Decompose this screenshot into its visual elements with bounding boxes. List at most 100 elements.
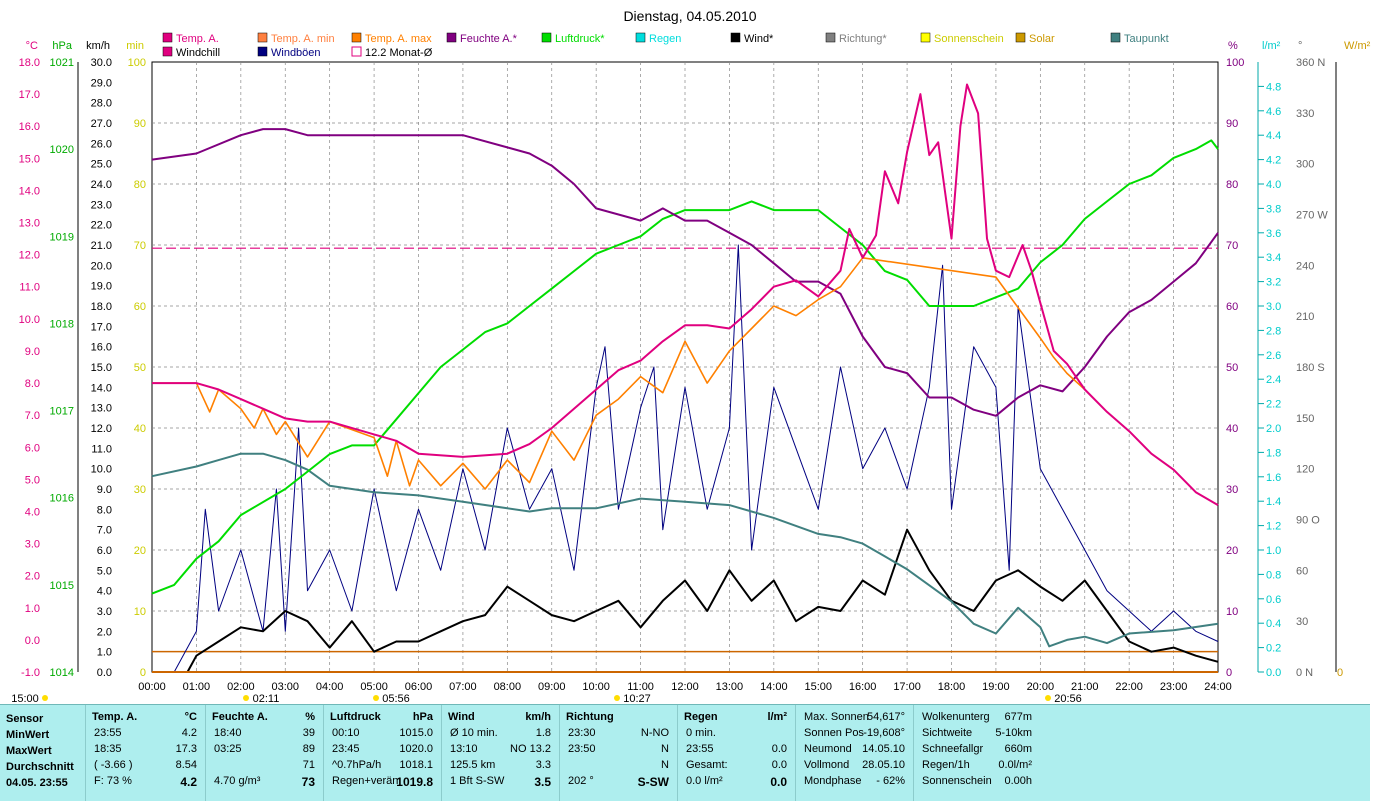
sun-time-label: 05:56 <box>382 693 410 704</box>
right-axis-tick: 300 <box>1296 159 1314 171</box>
direction-column: Richtung 23:30 N-NO 23:50 N N 202 ° S-SW <box>560 705 678 801</box>
chart-title: Dienstag, 04.05.2010 <box>623 8 756 24</box>
left-axis-tick: 6.0 <box>25 442 40 454</box>
x-tick-label: 11:00 <box>627 681 654 693</box>
x-tick-label: 23:00 <box>1160 681 1188 693</box>
wolken-row-label: Wolkenunterg <box>922 711 990 723</box>
sun-marker-icon <box>373 695 379 701</box>
wolken-row-label: Schneefallgr <box>922 743 984 755</box>
left-axis-tick: 2.0 <box>97 626 112 638</box>
legend-swatch <box>730 32 741 43</box>
right-axis-tick: 330 <box>1296 108 1314 120</box>
sonne-row-value: 14.05.10 <box>862 743 905 755</box>
feuchte-row-value: 89 <box>302 743 315 755</box>
temp-row-label: 23:55 <box>94 727 122 739</box>
right-axis-tick: 3.8 <box>1266 203 1281 215</box>
left-axis-tick: 100 <box>128 57 146 69</box>
left-axis-unit: °C <box>26 40 38 52</box>
legend-swatch <box>1015 32 1026 43</box>
left-axis-tick: 8.0 <box>25 378 40 390</box>
richtung-row-label: 23:50 <box>568 743 596 755</box>
left-axis-tick: 4.0 <box>97 586 112 598</box>
feuchte-header: Feuchte A. <box>212 711 268 723</box>
right-axis-tick: 80 <box>1226 179 1238 191</box>
sun-column: Max. Sonnen 54,617° Sonnen Pos -19,608° Neum… <box>796 705 914 801</box>
right-axis-tick: 4.8 <box>1266 81 1281 93</box>
legend-swatch <box>635 32 646 43</box>
left-axis-tick: 20 <box>134 545 146 557</box>
regen-row-value: 0.0 <box>771 743 787 755</box>
temp-row-label: F: 73 % <box>94 775 132 787</box>
right-axis-tick: 1.6 <box>1266 472 1281 484</box>
wind-row-value: 3.5 <box>534 775 551 789</box>
x-tick-label: 04:00 <box>316 681 344 693</box>
richtung-row-value: N-NO <box>640 727 669 739</box>
legend-label: Windböen <box>271 47 321 59</box>
left-axis-tick: 24.0 <box>91 179 112 191</box>
legend-label: Wind* <box>744 33 774 45</box>
right-axis-tick: 40 <box>1226 423 1238 435</box>
cloud-column: Wolkenunterg 677m Sichtweite 5-10km Schneefa… <box>914 705 1040 801</box>
right-axis-tick: 10 <box>1226 606 1238 618</box>
right-axis-tick: 30 <box>1226 484 1238 496</box>
wolken-row-label: Sichtweite <box>922 727 973 739</box>
left-axis-tick: 23.0 <box>91 199 112 211</box>
left-axis-tick: 20.0 <box>91 260 112 272</box>
right-axis-tick: 1.8 <box>1266 447 1281 459</box>
x-tick-label: 15:00 <box>804 681 832 693</box>
right-axis-tick: 3.2 <box>1266 277 1281 289</box>
left-axis-tick: 1017 <box>50 406 74 418</box>
x-tick-label: 13:00 <box>716 681 744 693</box>
right-axis-tick: 3.6 <box>1266 228 1281 240</box>
x-tick-label: 17:00 <box>893 681 921 693</box>
left-axis-tick: 90 <box>134 118 146 130</box>
regen-row-label: 0.0 l/m² <box>686 775 723 787</box>
legend-swatch <box>257 46 268 57</box>
right-axis-tick: 270 W <box>1296 210 1328 222</box>
temp-row-value: 4.2 <box>180 775 197 789</box>
left-axis-tick: 17.0 <box>19 89 40 101</box>
right-axis-tick: 0 <box>1226 667 1232 679</box>
sonne-row-value: - 62% <box>876 775 905 787</box>
left-axis-tick: 13.0 <box>91 403 112 415</box>
regen-row-label: 23:55 <box>686 743 714 755</box>
wolken-row-value: 0.00h <box>1004 775 1032 787</box>
right-axis-tick: 2.6 <box>1266 350 1281 362</box>
richtung-header: Richtung <box>566 711 614 723</box>
left-axis-tick: 1020 <box>50 144 74 156</box>
left-axis-tick: 40 <box>134 423 146 435</box>
legend-swatch <box>1110 32 1121 43</box>
sun-time-label: 10:27 <box>623 693 651 704</box>
feuchte-row-value: 73 <box>301 775 315 789</box>
x-tick-label: 08:00 <box>494 681 522 693</box>
right-axis-tick: 30 <box>1296 616 1308 628</box>
right-axis-tick: 90 O <box>1296 515 1320 527</box>
sensor-row-avg: Durchschnitt <box>6 761 74 773</box>
sonne-row-label: Vollmond <box>804 759 850 771</box>
left-axis-tick: 9.0 <box>25 346 40 358</box>
left-axis-tick: 26.0 <box>91 138 112 150</box>
rain-column: Regen l/m² 0 min. 23:55 0.0 Gesamt: 0.0 0.0 l/m… <box>678 705 796 801</box>
regen-row-value: 0.0 <box>770 775 787 789</box>
wind-row-label: 125.5 km <box>450 759 496 771</box>
summary-panel: Sensor MinWert MaxWert Durchschnitt 04.0… <box>0 704 1370 801</box>
luftdruck-header: Luftdruck <box>330 711 381 723</box>
right-axis-unit: W/m² <box>1344 40 1371 52</box>
x-tick-label: 06:00 <box>405 681 433 693</box>
left-axis-tick: 10.0 <box>91 464 112 476</box>
luftdruck-row-label: 23:45 <box>332 743 360 755</box>
wind-row-value: 3.3 <box>535 759 551 771</box>
sensor-row-max: MaxWert <box>6 745 52 757</box>
left-axis-tick: 1015 <box>50 580 74 592</box>
left-axis-tick: 10.0 <box>19 314 40 326</box>
humidity-column: Feuchte A.% 18:40 39 03:25 89 71 4.70 g/m³ 73 <box>206 705 324 801</box>
left-axis-tick: 8.0 <box>97 504 112 516</box>
regen-header: Regen <box>684 711 718 723</box>
left-axis-tick: 16.0 <box>91 342 112 354</box>
left-axis-tick: 15.0 <box>91 362 112 374</box>
legend-swatch <box>257 32 268 43</box>
legend-label: Solar <box>1029 33 1055 45</box>
x-tick-label: 18:00 <box>938 681 966 693</box>
richtung-row-value: N <box>661 759 669 771</box>
x-tick-label: 22:00 <box>1115 681 1143 693</box>
